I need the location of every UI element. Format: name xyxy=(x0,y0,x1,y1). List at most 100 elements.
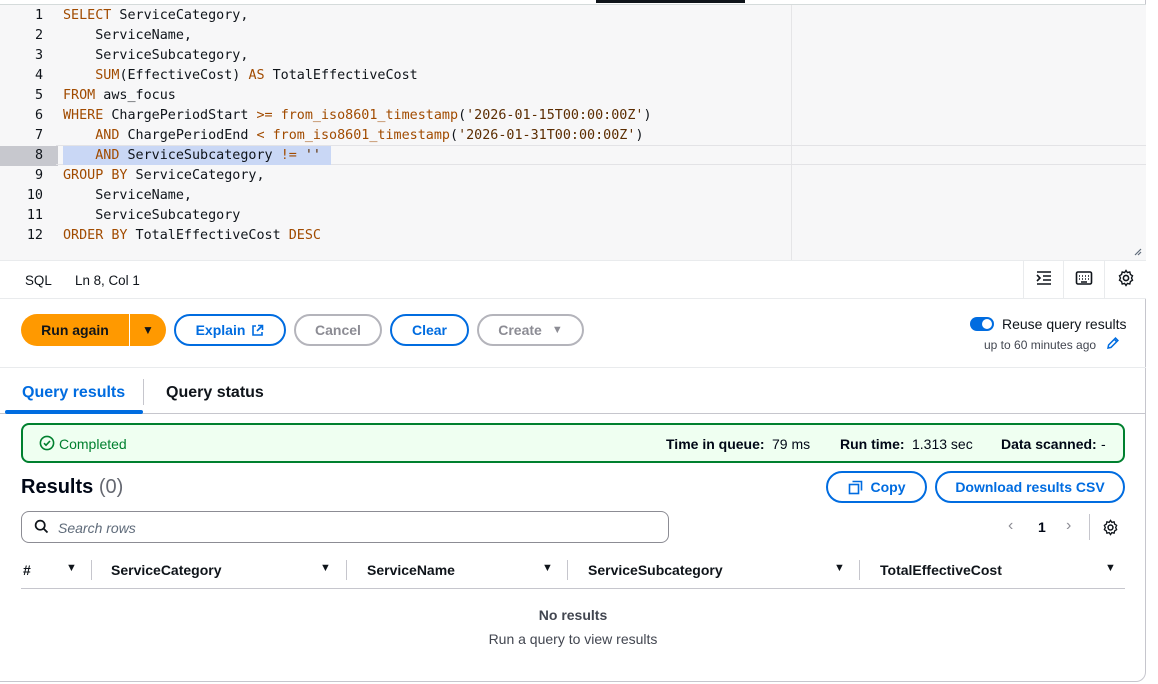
table-header-divider xyxy=(21,588,1125,589)
sort-caret-icon[interactable]: ▼ xyxy=(66,562,77,574)
cancel-label: Cancel xyxy=(315,322,361,338)
column-divider[interactable] xyxy=(567,560,568,580)
keyboard-shortcuts-button[interactable] xyxy=(1063,261,1103,299)
download-csv-label: Download results CSV xyxy=(955,479,1105,495)
line-number: 3 xyxy=(34,48,43,63)
create-label: Create xyxy=(498,322,542,338)
keyboard-icon xyxy=(1075,270,1093,291)
code-line[interactable]: SUM(EffectiveCost) AS TotalEffectiveCost xyxy=(63,66,418,86)
line-number: 10 xyxy=(26,188,43,203)
copy-label: Copy xyxy=(870,479,906,495)
line-number: 5 xyxy=(34,88,43,103)
active-tab-indicator xyxy=(5,410,143,414)
line-number: 1 xyxy=(34,8,43,23)
data-scanned-label: Data scanned: xyxy=(1001,436,1097,452)
previous-page-icon[interactable]: ‹ xyxy=(1008,517,1013,535)
copy-button[interactable]: Copy xyxy=(826,471,927,503)
column-divider[interactable] xyxy=(346,560,347,580)
cancel-button[interactable]: Cancel xyxy=(294,314,382,346)
column-divider[interactable] xyxy=(859,560,860,580)
run-time-label: Run time: xyxy=(840,436,905,452)
sort-caret-icon[interactable]: ▼ xyxy=(320,562,331,574)
data-scanned-value: - xyxy=(1101,436,1106,452)
code-line[interactable]: ServiceName, xyxy=(63,26,192,46)
caret-down-icon: ▼ xyxy=(142,323,154,337)
code-area[interactable]: SELECT ServiceCategory, ServiceName, Ser… xyxy=(56,5,1146,260)
line-number: 6 xyxy=(34,108,43,123)
results-tabs: Query results Query status xyxy=(0,367,1146,414)
table-settings-gear-icon[interactable] xyxy=(1102,519,1119,541)
column-header-service-subcategory[interactable]: ServiceSubcategory xyxy=(588,562,723,578)
line-number: 11 xyxy=(26,208,43,223)
language-label: SQL xyxy=(25,273,52,288)
download-csv-button[interactable]: Download results CSV xyxy=(935,471,1125,503)
external-link-icon xyxy=(251,324,264,337)
code-line[interactable]: FROM aws_focus xyxy=(63,86,176,106)
query-status-banner: Completed Time in queue: 79 ms Run time:… xyxy=(21,423,1125,463)
code-line[interactable]: ServiceSubcategory, xyxy=(63,46,248,66)
code-line[interactable]: AND ServiceSubcategory != '' xyxy=(63,146,321,166)
line-number: 2 xyxy=(34,28,43,43)
run-again-label: Run again xyxy=(41,322,109,338)
sort-caret-icon[interactable]: ▼ xyxy=(1105,562,1116,574)
sql-editor[interactable]: 1 2 3 4 5 6 7 8 9 10 11 12 SELECT ServiceCategory, … xyxy=(0,4,1146,260)
search-placeholder: Search rows xyxy=(58,520,136,536)
run-again-button[interactable]: Run again xyxy=(21,314,129,346)
create-button[interactable]: Create ▼ xyxy=(477,314,584,346)
line-number: 7 xyxy=(34,128,43,143)
resize-handle-icon[interactable] xyxy=(1132,246,1142,256)
editor-tab-indicator xyxy=(596,0,745,3)
search-rows-input[interactable]: Search rows xyxy=(21,511,669,543)
reuse-results-label: Reuse query results xyxy=(1002,316,1127,332)
sort-caret-icon[interactable]: ▼ xyxy=(834,562,845,574)
editor-status-bar: SQL Ln 8, Col 1 xyxy=(0,260,1146,299)
column-header-index: # xyxy=(23,562,31,578)
format-query-button[interactable] xyxy=(1023,261,1063,299)
code-line[interactable]: ServiceName, xyxy=(63,186,192,206)
tab-query-status[interactable]: Query status xyxy=(166,384,264,402)
queue-time-label: Time in queue: xyxy=(666,436,765,452)
column-header-service-name[interactable]: ServiceName xyxy=(367,562,455,578)
tab-query-results[interactable]: Query results xyxy=(22,384,125,402)
tab-divider xyxy=(143,379,144,405)
column-divider[interactable] xyxy=(91,560,92,580)
line-number: 8 xyxy=(0,146,58,166)
run-time-value: 1.313 sec xyxy=(912,436,973,452)
column-header-total-effective-cost[interactable]: TotalEffectiveCost xyxy=(880,562,1002,578)
clear-button[interactable]: Clear xyxy=(390,314,469,346)
editor-settings-button[interactable] xyxy=(1104,261,1146,299)
run-options-dropdown[interactable]: ▼ xyxy=(130,314,166,346)
reuse-results-toggle[interactable] xyxy=(970,317,994,331)
explain-label: Explain xyxy=(195,322,246,338)
check-circle-icon xyxy=(39,435,55,454)
results-count: (0) xyxy=(98,476,124,498)
code-line[interactable]: SELECT ServiceCategory, xyxy=(63,6,248,26)
format-icon xyxy=(1035,270,1053,291)
search-icon xyxy=(34,519,49,539)
next-page-icon[interactable]: › xyxy=(1066,517,1071,535)
line-number: 12 xyxy=(26,228,43,243)
results-title: Results xyxy=(21,476,94,498)
cursor-position: Ln 8, Col 1 xyxy=(75,273,140,288)
code-line[interactable]: ORDER BY TotalEffectiveCost DESC xyxy=(63,226,321,246)
code-line[interactable]: ServiceSubcategory xyxy=(63,206,240,226)
line-number-gutter: 1 2 3 4 5 6 7 8 9 10 11 12 xyxy=(0,5,58,260)
queue-time-value: 79 ms xyxy=(772,436,811,452)
line-number: 4 xyxy=(34,68,43,83)
clear-label: Clear xyxy=(411,322,448,338)
results-heading: Results (0) xyxy=(21,476,123,499)
line-number: 9 xyxy=(34,168,43,183)
code-line[interactable]: WHERE ChargePeriodStart >= from_iso8601_… xyxy=(63,106,652,126)
code-line[interactable]: AND ChargePeriodEnd < from_iso8601_times… xyxy=(63,126,643,146)
column-header-service-category[interactable]: ServiceCategory xyxy=(111,562,222,578)
copy-icon xyxy=(848,480,863,495)
empty-state-title: No results xyxy=(538,607,608,623)
empty-state-message: Run a query to view results xyxy=(488,631,658,647)
page-number[interactable]: 1 xyxy=(1038,519,1046,535)
explain-button[interactable]: Explain xyxy=(174,314,286,346)
print-margin xyxy=(791,5,792,260)
status-text: Completed xyxy=(59,436,127,452)
edit-icon[interactable] xyxy=(1106,336,1120,355)
code-line[interactable]: GROUP BY ServiceCategory, xyxy=(63,166,265,186)
sort-caret-icon[interactable]: ▼ xyxy=(542,562,553,574)
